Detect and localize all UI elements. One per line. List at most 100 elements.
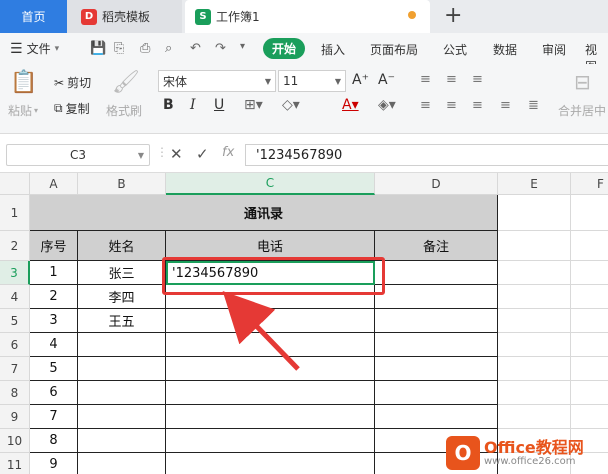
tab-workbook[interactable]: S 工作簿1: [185, 0, 430, 33]
cell[interactable]: [571, 381, 608, 405]
redo-icon[interactable]: ↷: [215, 41, 226, 56]
clear-format-icon[interactable]: ◈▾: [378, 97, 396, 113]
underline-button[interactable]: U: [214, 97, 224, 113]
header-phone[interactable]: 电话: [166, 231, 375, 261]
table-cell[interactable]: [166, 429, 375, 453]
column-header-f[interactable]: F: [571, 173, 608, 195]
new-tab-button[interactable]: +: [444, 3, 462, 28]
cell[interactable]: [498, 231, 571, 261]
table-cell[interactable]: [166, 453, 375, 474]
table-cell[interactable]: 9: [30, 453, 78, 474]
print-preview-icon[interactable]: ⌕: [165, 41, 172, 56]
table-cell[interactable]: [166, 357, 375, 381]
bold-button[interactable]: B: [163, 97, 174, 113]
align-middle-icon[interactable]: ≡: [446, 72, 457, 87]
justify-icon[interactable]: ≡: [500, 98, 511, 113]
border-icon[interactable]: ⊞▾: [244, 97, 263, 113]
table-cell[interactable]: [375, 333, 498, 357]
italic-button[interactable]: I: [190, 97, 196, 113]
align-bottom-icon[interactable]: ≡: [472, 72, 483, 87]
name-box[interactable]: C3 ▼: [6, 144, 150, 166]
table-cell[interactable]: 4: [30, 333, 78, 357]
header-index[interactable]: 序号: [30, 231, 78, 261]
table-cell[interactable]: [166, 333, 375, 357]
row-header-4[interactable]: 4: [0, 285, 30, 309]
row-header-10[interactable]: 10: [0, 429, 30, 453]
cell[interactable]: [571, 333, 608, 357]
row-header-11[interactable]: 11: [0, 453, 30, 474]
font-size-select[interactable]: 11 ▼: [278, 70, 346, 92]
fill-color-icon[interactable]: ◇▾: [282, 97, 300, 113]
table-cell[interactable]: [78, 453, 166, 474]
table-cell[interactable]: 2: [30, 285, 78, 309]
table-cell[interactable]: [166, 285, 375, 309]
tab-home[interactable]: 首页: [0, 0, 67, 33]
table-cell[interactable]: [375, 261, 498, 285]
fx-icon[interactable]: fx: [222, 145, 234, 160]
merge-center-icon[interactable]: ⊟: [574, 70, 591, 94]
table-cell[interactable]: [78, 429, 166, 453]
row-header-1[interactable]: 1: [0, 195, 30, 231]
column-header-d[interactable]: D: [375, 173, 498, 195]
increase-font-icon[interactable]: A⁺: [352, 72, 369, 88]
merge-center-button[interactable]: 合并居中: [558, 102, 606, 119]
table-cell[interactable]: '1234567890: [166, 261, 375, 285]
row-header-5[interactable]: 5: [0, 309, 30, 333]
table-cell[interactable]: 1: [30, 261, 78, 285]
table-cell[interactable]: [375, 381, 498, 405]
distribute-icon[interactable]: ≣: [528, 98, 539, 113]
cell[interactable]: [498, 261, 571, 285]
cell[interactable]: [498, 309, 571, 333]
confirm-icon[interactable]: ✓: [196, 145, 209, 163]
table-cell[interactable]: 7: [30, 405, 78, 429]
table-cell[interactable]: 张三: [78, 261, 166, 285]
cell[interactable]: [571, 261, 608, 285]
table-cell[interactable]: 3: [30, 309, 78, 333]
undo-icon[interactable]: ↶: [190, 41, 201, 56]
cell[interactable]: [498, 195, 571, 231]
font-color-icon[interactable]: A▾: [342, 97, 359, 113]
table-cell[interactable]: 5: [30, 357, 78, 381]
cell[interactable]: [498, 381, 571, 405]
table-cell[interactable]: [375, 285, 498, 309]
cell[interactable]: [571, 357, 608, 381]
table-cell[interactable]: [375, 309, 498, 333]
cell[interactable]: [498, 405, 571, 429]
row-header-6[interactable]: 6: [0, 333, 30, 357]
column-header-e[interactable]: E: [498, 173, 571, 195]
column-header-c[interactable]: C: [166, 173, 375, 195]
cell[interactable]: [571, 195, 608, 231]
file-menu[interactable]: ☰ 文件 ▾: [10, 40, 59, 57]
table-cell[interactable]: 6: [30, 381, 78, 405]
cell[interactable]: [571, 285, 608, 309]
menu-formulas[interactable]: 公式: [443, 41, 467, 58]
tab-daoke[interactable]: D 稻壳模板: [67, 0, 182, 33]
formula-input[interactable]: '1234567890: [245, 144, 608, 166]
row-header-8[interactable]: 8: [0, 381, 30, 405]
export-icon[interactable]: ⎘: [114, 41, 124, 56]
customize-chevron-icon[interactable]: ▾: [240, 41, 245, 52]
column-header-b[interactable]: B: [78, 173, 166, 195]
font-name-select[interactable]: 宋体 ▼: [158, 70, 276, 92]
table-cell[interactable]: [78, 405, 166, 429]
table-cell[interactable]: 8: [30, 429, 78, 453]
header-note[interactable]: 备注: [375, 231, 498, 261]
table-cell[interactable]: [78, 357, 166, 381]
cancel-icon[interactable]: ✕: [170, 145, 183, 163]
menu-review[interactable]: 审阅: [542, 41, 566, 58]
cell[interactable]: [498, 285, 571, 309]
row-header-7[interactable]: 7: [0, 357, 30, 381]
menu-page-layout[interactable]: 页面布局: [370, 41, 418, 58]
table-cell[interactable]: 李四: [78, 285, 166, 309]
table-cell[interactable]: 王五: [78, 309, 166, 333]
align-left-icon[interactable]: ≡: [420, 98, 431, 113]
cell[interactable]: [498, 333, 571, 357]
copy-button[interactable]: ⧉ 复制: [54, 100, 90, 117]
paste-icon[interactable]: 📋: [10, 70, 37, 95]
align-top-icon[interactable]: ≡: [420, 72, 431, 87]
header-name[interactable]: 姓名: [78, 231, 166, 261]
align-right-icon[interactable]: ≡: [472, 98, 483, 113]
column-header-a[interactable]: A: [30, 173, 78, 195]
cell[interactable]: [571, 309, 608, 333]
decrease-font-icon[interactable]: A⁻: [378, 72, 395, 88]
